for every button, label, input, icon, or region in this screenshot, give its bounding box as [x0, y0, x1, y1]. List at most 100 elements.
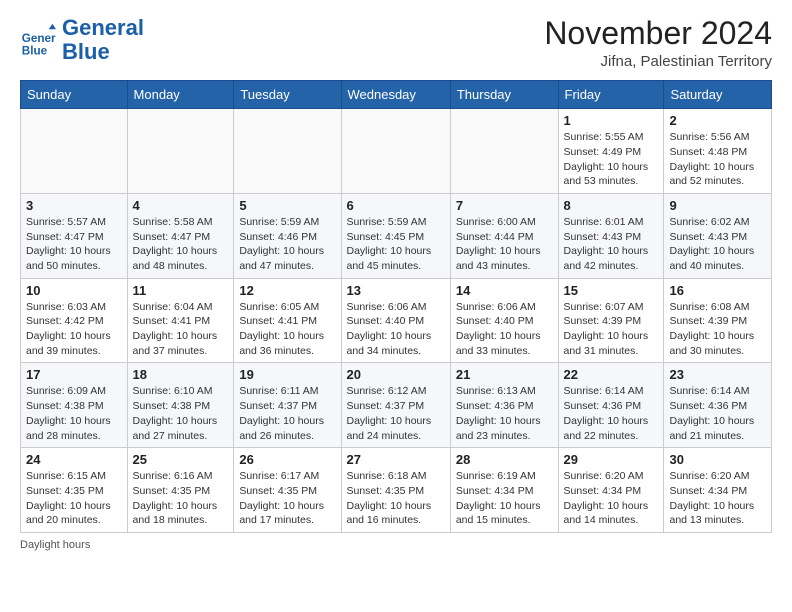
- calendar-cell: 12 Sunrise: 6:05 AM Sunset: 4:41 PM Dayli…: [234, 278, 341, 363]
- calendar-cell: 25 Sunrise: 6:16 AM Sunset: 4:35 PM Dayli…: [127, 448, 234, 533]
- title-block: November 2024 Jifna, Palestinian Territo…: [544, 16, 772, 70]
- day-number: 17: [26, 367, 122, 382]
- day-detail: Sunrise: 5:59 AM Sunset: 4:46 PM Dayligh…: [239, 215, 335, 274]
- calendar-cell: 23 Sunrise: 6:14 AM Sunset: 4:36 PM Dayli…: [664, 363, 772, 448]
- logo-icon: General Blue: [20, 22, 56, 58]
- day-detail: Sunrise: 6:19 AM Sunset: 4:34 PM Dayligh…: [456, 469, 553, 528]
- day-number: 18: [133, 367, 229, 382]
- weekday-header-row: SundayMondayTuesdayWednesdayThursdayFrid…: [21, 81, 772, 109]
- day-number: 9: [669, 198, 766, 213]
- day-number: 25: [133, 452, 229, 467]
- day-number: 28: [456, 452, 553, 467]
- calendar-cell: 18 Sunrise: 6:10 AM Sunset: 4:38 PM Dayli…: [127, 363, 234, 448]
- day-detail: Sunrise: 6:16 AM Sunset: 4:35 PM Dayligh…: [133, 469, 229, 528]
- day-number: 27: [347, 452, 445, 467]
- calendar-cell: 7Sunrise: 6:00 AM Sunset: 4:44 PM Daylig…: [450, 193, 558, 278]
- calendar-cell: 10Sunrise: 6:03 AM Sunset: 4:42 PM Dayli…: [21, 278, 128, 363]
- svg-text:General: General: [22, 32, 56, 45]
- location-title: Jifna, Palestinian Territory: [544, 53, 772, 70]
- day-detail: Sunrise: 6:14 AM Sunset: 4:36 PM Dayligh…: [669, 384, 766, 443]
- day-detail: Sunrise: 6:07 AM Sunset: 4:39 PM Dayligh…: [564, 300, 659, 359]
- calendar-cell: [234, 109, 341, 194]
- logo: General Blue General Blue: [20, 16, 144, 64]
- day-detail: Sunrise: 6:11 AM Sunset: 4:37 PM Dayligh…: [239, 384, 335, 443]
- calendar-cell: [341, 109, 450, 194]
- calendar-cell: 17 Sunrise: 6:09 AM Sunset: 4:38 PM Dayli…: [21, 363, 128, 448]
- calendar-cell: 2Sunrise: 5:56 AM Sunset: 4:48 PM Daylig…: [664, 109, 772, 194]
- day-detail: Sunrise: 6:20 AM Sunset: 4:34 PM Dayligh…: [669, 469, 766, 528]
- day-number: 30: [669, 452, 766, 467]
- calendar-cell: 11 Sunrise: 6:04 AM Sunset: 4:41 PM Dayli…: [127, 278, 234, 363]
- weekday-header-friday: Friday: [558, 81, 664, 109]
- calendar-cell: 20Sunrise: 6:12 AM Sunset: 4:37 PM Dayli…: [341, 363, 450, 448]
- calendar-week-3: 17 Sunrise: 6:09 AM Sunset: 4:38 PM Dayli…: [21, 363, 772, 448]
- day-detail: Sunrise: 6:09 AM Sunset: 4:38 PM Dayligh…: [26, 384, 122, 443]
- calendar-cell: 21Sunrise: 6:13 AM Sunset: 4:36 PM Dayli…: [450, 363, 558, 448]
- day-number: 1: [564, 113, 659, 128]
- page: General Blue General Blue November 2024 …: [0, 0, 792, 567]
- day-number: 22: [564, 367, 659, 382]
- day-number: 19: [239, 367, 335, 382]
- calendar-cell: 27Sunrise: 6:18 AM Sunset: 4:35 PM Dayli…: [341, 448, 450, 533]
- weekday-header-thursday: Thursday: [450, 81, 558, 109]
- day-number: 14: [456, 283, 553, 298]
- day-detail: Sunrise: 6:04 AM Sunset: 4:41 PM Dayligh…: [133, 300, 229, 359]
- weekday-header-sunday: Sunday: [21, 81, 128, 109]
- day-detail: Sunrise: 6:08 AM Sunset: 4:39 PM Dayligh…: [669, 300, 766, 359]
- calendar-cell: 5 Sunrise: 5:59 AM Sunset: 4:46 PM Daylig…: [234, 193, 341, 278]
- day-detail: Sunrise: 6:20 AM Sunset: 4:34 PM Dayligh…: [564, 469, 659, 528]
- logo-text: General Blue: [62, 16, 144, 64]
- calendar-cell: 6Sunrise: 5:59 AM Sunset: 4:45 PM Daylig…: [341, 193, 450, 278]
- calendar-cell: 1 Sunrise: 5:55 AM Sunset: 4:49 PM Daylig…: [558, 109, 664, 194]
- calendar-cell: 15 Sunrise: 6:07 AM Sunset: 4:39 PM Dayli…: [558, 278, 664, 363]
- day-detail: Sunrise: 6:15 AM Sunset: 4:35 PM Dayligh…: [26, 469, 122, 528]
- calendar-cell: [450, 109, 558, 194]
- calendar-cell: 29 Sunrise: 6:20 AM Sunset: 4:34 PM Dayli…: [558, 448, 664, 533]
- day-number: 15: [564, 283, 659, 298]
- day-number: 16: [669, 283, 766, 298]
- day-detail: Sunrise: 6:05 AM Sunset: 4:41 PM Dayligh…: [239, 300, 335, 359]
- day-detail: Sunrise: 5:55 AM Sunset: 4:49 PM Dayligh…: [564, 130, 659, 189]
- calendar-cell: 22 Sunrise: 6:14 AM Sunset: 4:36 PM Dayli…: [558, 363, 664, 448]
- day-number: 24: [26, 452, 122, 467]
- calendar-week-0: 1 Sunrise: 5:55 AM Sunset: 4:49 PM Daylig…: [21, 109, 772, 194]
- calendar-cell: 16 Sunrise: 6:08 AM Sunset: 4:39 PM Dayli…: [664, 278, 772, 363]
- calendar-cell: 28 Sunrise: 6:19 AM Sunset: 4:34 PM Dayli…: [450, 448, 558, 533]
- calendar-week-2: 10Sunrise: 6:03 AM Sunset: 4:42 PM Dayli…: [21, 278, 772, 363]
- day-detail: Sunrise: 5:59 AM Sunset: 4:45 PM Dayligh…: [347, 215, 445, 274]
- day-number: 12: [239, 283, 335, 298]
- day-number: 20: [347, 367, 445, 382]
- day-number: 21: [456, 367, 553, 382]
- calendar-cell: 14Sunrise: 6:06 AM Sunset: 4:40 PM Dayli…: [450, 278, 558, 363]
- day-number: 7: [456, 198, 553, 213]
- calendar-cell: 3Sunrise: 5:57 AM Sunset: 4:47 PM Daylig…: [21, 193, 128, 278]
- day-detail: Sunrise: 6:01 AM Sunset: 4:43 PM Dayligh…: [564, 215, 659, 274]
- calendar-cell: 30 Sunrise: 6:20 AM Sunset: 4:34 PM Dayli…: [664, 448, 772, 533]
- calendar-cell: 4Sunrise: 5:58 AM Sunset: 4:47 PM Daylig…: [127, 193, 234, 278]
- day-number: 11: [133, 283, 229, 298]
- weekday-header-saturday: Saturday: [664, 81, 772, 109]
- calendar-cell: 13Sunrise: 6:06 AM Sunset: 4:40 PM Dayli…: [341, 278, 450, 363]
- day-detail: Sunrise: 6:10 AM Sunset: 4:38 PM Dayligh…: [133, 384, 229, 443]
- calendar-cell: [127, 109, 234, 194]
- day-number: 26: [239, 452, 335, 467]
- day-detail: Sunrise: 5:58 AM Sunset: 4:47 PM Dayligh…: [133, 215, 229, 274]
- calendar-cell: 9 Sunrise: 6:02 AM Sunset: 4:43 PM Daylig…: [664, 193, 772, 278]
- month-title: November 2024: [544, 16, 772, 51]
- day-detail: Sunrise: 6:06 AM Sunset: 4:40 PM Dayligh…: [347, 300, 445, 359]
- day-detail: Sunrise: 6:03 AM Sunset: 4:42 PM Dayligh…: [26, 300, 122, 359]
- day-detail: Sunrise: 5:57 AM Sunset: 4:47 PM Dayligh…: [26, 215, 122, 274]
- day-detail: Sunrise: 6:14 AM Sunset: 4:36 PM Dayligh…: [564, 384, 659, 443]
- day-number: 2: [669, 113, 766, 128]
- day-detail: Sunrise: 6:17 AM Sunset: 4:35 PM Dayligh…: [239, 469, 335, 528]
- calendar-table: SundayMondayTuesdayWednesdayThursdayFrid…: [20, 80, 772, 533]
- day-number: 5: [239, 198, 335, 213]
- day-detail: Sunrise: 6:02 AM Sunset: 4:43 PM Dayligh…: [669, 215, 766, 274]
- day-number: 23: [669, 367, 766, 382]
- calendar-cell: 26 Sunrise: 6:17 AM Sunset: 4:35 PM Dayli…: [234, 448, 341, 533]
- day-number: 29: [564, 452, 659, 467]
- calendar-cell: [21, 109, 128, 194]
- logo-line2: Blue: [62, 40, 144, 64]
- footer-note: Daylight hours: [20, 539, 772, 551]
- logo-line1: General: [62, 16, 144, 40]
